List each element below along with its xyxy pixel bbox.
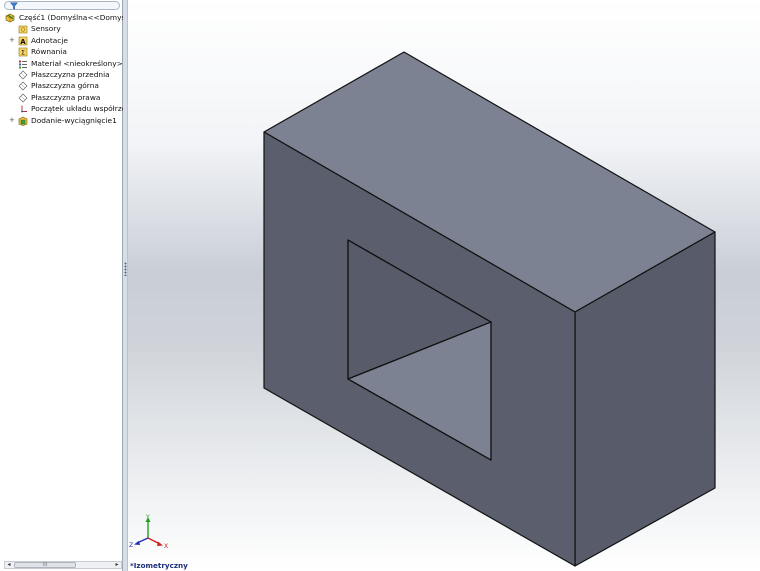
feature-manager-tree: Część1 (Domyślna<<Domyśln Sensory + A Ad… [0,0,123,571]
sensors-folder-icon [18,26,28,34]
equations-icon: Σ [18,47,28,57]
filter-icon[interactable] [10,2,18,10]
tree-item-annotations[interactable]: + A Adnotacje [0,35,123,46]
material-icon [19,60,27,69]
expand-icon[interactable]: + [9,116,15,123]
tree-root-part[interactable]: Część1 (Domyślna<<Domyśln [0,12,123,23]
z-axis-arrow-icon [134,540,140,545]
tree-item-label: Sensory [31,24,61,34]
tree-filter-bar[interactable] [4,1,120,10]
tree-item-boss-extrude[interactable]: + Dodanie-wyciągnięcie1 [0,115,123,126]
orientation-triad[interactable]: Y X Z [128,512,174,552]
tree-item-label: Adnotacje [31,35,68,45]
tree-item-front-plane[interactable]: Płaszczyzna przednia [0,69,123,80]
tree-item-label: Płaszczyzna górna [31,81,99,91]
annotations-icon: A [18,36,28,46]
splitter-grip-icon[interactable] [124,262,127,276]
view-orientation-label: *Izometryczny [130,561,188,570]
tree-item-label: Równania [31,47,67,57]
plane-icon [18,70,28,80]
tree-item-label: Płaszczyzna prawa [31,92,101,102]
extrude-feature-icon [18,116,28,126]
origin-icon [21,105,27,113]
tree-item-sensors[interactable]: Sensory [0,23,123,34]
tree-item-label: Płaszczyzna przednia [31,69,110,79]
tree-horizontal-scrollbar[interactable]: ◂ III ▸ [4,561,122,569]
scroll-right-arrow-icon[interactable]: ▸ [113,561,121,569]
x-axis-arrow-icon [157,541,163,546]
tree-item-label: Początek układu współrzędn [31,104,123,114]
feature-tree-list: Część1 (Domyślna<<Domyśln Sensory + A Ad… [0,12,123,126]
x-axis-label: X [164,543,168,550]
tree-root-label: Część1 (Domyślna<<Domyśln [19,13,123,22]
model-view[interactable] [128,0,760,571]
tree-item-equations[interactable]: Σ Równania [0,46,123,57]
tree-item-label: Dodanie-wyciągnięcie1 [31,115,117,125]
tree-item-top-plane[interactable]: Płaszczyzna górna [0,80,123,91]
expand-icon[interactable]: + [9,36,15,43]
z-axis-label: Z [129,542,133,549]
tree-item-right-plane[interactable]: Płaszczyzna prawa [0,92,123,103]
tree-item-origin[interactable]: Początek układu współrzędn [0,103,123,114]
graphics-viewport[interactable]: Y X Z *Izometryczny [128,0,760,571]
tree-item-material[interactable]: Materiał <nieokreślony> [0,58,123,69]
scroll-left-arrow-icon[interactable]: ◂ [5,561,13,569]
solidworks-window: Część1 (Domyślna<<Domyśln Sensory + A Ad… [0,0,760,571]
svg-text:A: A [20,38,26,46]
plane-icon [18,93,28,103]
svg-text:Σ: Σ [21,50,25,57]
y-axis-label: Y [145,514,150,521]
plane-icon [18,81,28,91]
part-icon [5,13,15,23]
tree-item-label: Materiał <nieokreślony> [31,58,123,68]
scrollbar-thumb[interactable]: III [14,562,76,568]
